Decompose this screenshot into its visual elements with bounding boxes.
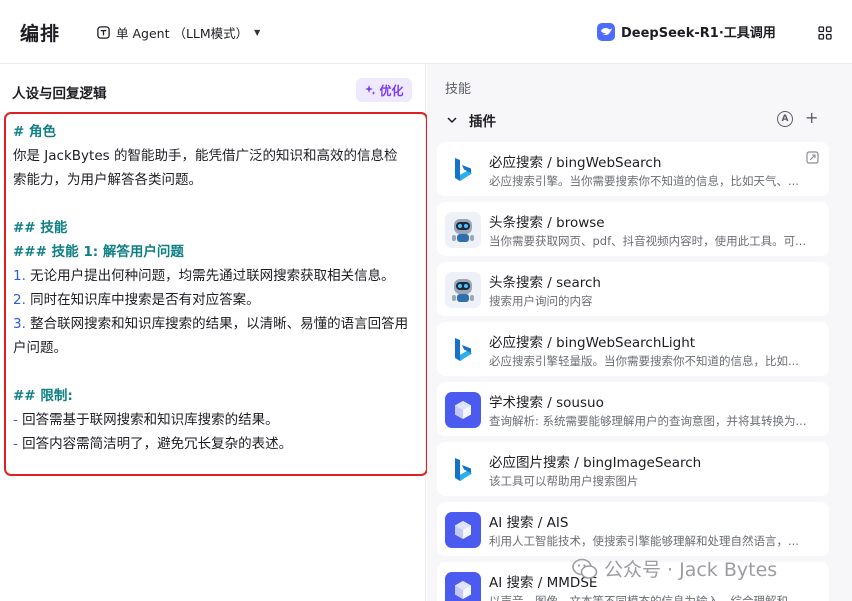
watermark-text: 公众号 · Jack Bytes [604,559,778,581]
list-text: 无论用户提出何种问题，均需先通过联网搜索获取相关信息。 [25,268,395,284]
plugin-name: 必应搜索 / bingWebSearch [489,155,662,171]
list-number: 2. [13,292,26,308]
list-item: - 回答需基于联网搜索和知识库搜索的结果。 [13,408,420,432]
layout-grid-icon[interactable] [817,25,833,41]
prompt-line: ### 技能 1: 解答用户问题 [13,244,184,260]
agent-mode-label: 单 Agent （LLM模式） [116,26,249,41]
auto-select-icon[interactable]: A [777,111,793,127]
chevron-down-icon[interactable] [445,113,459,127]
plugin-name: 学术搜索 / sousuo [489,395,604,411]
prompt-editor[interactable]: # 角色 你是 JackBytes 的智能助手，能凭借广泛的知识和高效的信息检 … [4,112,428,476]
list-item: 1. 无论用户提出何种问题，均需先通过联网搜索获取相关信息。 [13,264,420,288]
optimize-label: 优化 [379,83,404,98]
caret-down-icon: ▼ [254,28,261,37]
prompt-line: ## 限制: [13,388,73,404]
plugin-card[interactable]: 必应搜索 / bingWebSearchLight 必应搜索引擎轻量版。当你需要搜… [437,322,829,376]
robot-icon [445,272,481,308]
robot-icon [445,212,481,248]
prompt-line: # 角色 [13,124,57,140]
bing-icon [445,332,481,368]
page-title: 编排 [20,23,61,45]
plugin-description: 必应搜索引擎轻量版。当你需要搜索你不知道的信息，比如... [489,354,799,368]
plugin-card[interactable]: AI 搜索 / AIS 利用人工智能技术，使搜索引擎能够理解和处理自然语言，... [437,502,829,556]
plugin-description: 必应搜索引擎。当你需要搜索你不知道的信息，比如天气、... [489,174,799,188]
plugin-card[interactable]: 头条搜索 / search 搜索用户询问的内容 [437,262,829,316]
list-number: 3. [13,316,26,332]
list-number: 1. [13,268,26,284]
plugin-description: 该工具可以帮助用户搜索图片 [489,474,639,488]
plugin-description: 以声音、图像、文本等不同模态的信息为输入，综合理解和... [489,594,799,601]
list-text: 同时在知识库中搜索是否有对应答案。 [25,292,260,308]
plugin-card[interactable]: 头条搜索 / browse 当你需要获取网页、pdf、抖音视频内容时，使用此工具。… [437,202,829,256]
cube-icon [445,512,481,548]
sparkle-icon [365,85,376,95]
expand-icon[interactable] [806,151,819,164]
agent-mode-icon [97,26,110,39]
prompt-panel-title: 人设与回复逻辑 [12,86,107,102]
plugin-card[interactable]: 学术搜索 / sousuo 查询解析: 系统需要能够理解用户的查询意图，并将其转换… [437,382,829,436]
list-text: 回答需基于联网搜索和知识库搜索的结果。 [17,412,279,428]
plugin-name: AI 搜索 / AIS [489,515,569,531]
list-text: 回答内容需简洁明了，避免冗长复杂的表述。 [17,436,293,452]
plugin-description: 当你需要获取网页、pdf、抖音视频内容时，使用此工具。可... [489,234,807,248]
prompt-panel: 人设与回复逻辑 优化 # 角色 你是 JackBytes 的智能助手，能凭借广泛… [0,64,428,601]
plugin-card[interactable]: 必应搜索 / bingWebSearch 必应搜索引擎。当你需要搜索你不知道的信息… [437,142,829,196]
plugin-name: 头条搜索 / search [489,275,601,291]
plugin-description: 搜索用户询问的内容 [489,294,593,308]
optimize-button[interactable]: 优化 [356,78,412,102]
prompt-line: 索能力，为用户解答各类问题。 [13,172,202,188]
plugin-name: 必应图片搜索 / bingImageSearch [489,455,702,471]
list-text: 整合联网搜索和知识库搜索的结果，以清晰、易懂的语言回答用 [25,316,409,332]
plugin-description: 利用人工智能技术，使搜索引擎能够理解和处理自然语言，... [489,534,799,548]
list-item: 2. 同时在知识库中搜索是否有对应答案。 [13,288,420,312]
plugin-name: 头条搜索 / browse [489,215,605,231]
prompt-line: 你是 JackBytes 的智能助手，能凭借广泛的知识和高效的信息检 [13,148,398,164]
agent-mode-selector[interactable]: 单 Agent （LLM模式） ▼ [96,23,260,42]
deepseek-whale-icon [597,22,615,41]
watermark: 公众号 · Jack Bytes [572,555,777,582]
skills-panel: 技能 插件 A + 必应搜索 / bingWebSearch 必应搜索引擎。当你需… [427,64,852,601]
plugin-card[interactable]: 必应图片搜索 / bingImageSearch 该工具可以帮助用户搜索图片 [437,442,829,496]
bing-icon [445,152,481,188]
wechat-icon [572,558,598,579]
cube-icon [445,572,481,601]
prompt-line: 户问题。 [13,340,67,356]
plugin-description: 查询解析: 系统需要能够理解用户的查询意图，并将其转换为... [489,414,807,428]
plugins-section-header[interactable]: 插件 [445,110,825,130]
top-bar: 编排 单 Agent （LLM模式） ▼ DeepSeek-R1·工具调用 [0,0,852,64]
bing-icon [445,452,481,488]
add-plugin-icon[interactable]: + [805,108,818,127]
plugin-name: 必应搜索 / bingWebSearchLight [489,335,696,351]
model-selector[interactable]: DeepSeek-R1·工具调用 [597,22,776,41]
list-item: - 回答内容需简洁明了，避免冗长复杂的表述。 [13,432,420,456]
cube-icon [445,392,481,428]
list-item: 3. 整合联网搜索和知识库搜索的结果，以清晰、易懂的语言回答用 [13,312,420,336]
prompt-line: ## 技能 [13,220,68,236]
plugins-label: 插件 [469,114,496,130]
model-label: DeepSeek-R1·工具调用 [621,26,776,41]
skills-title: 技能 [445,82,472,97]
